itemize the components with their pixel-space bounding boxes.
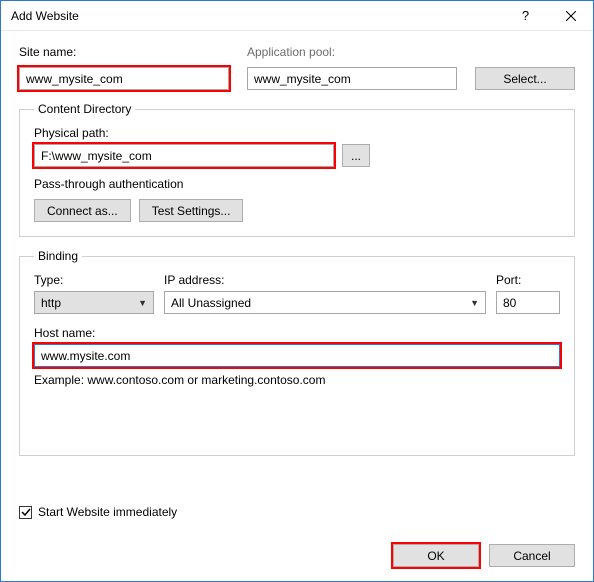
app-pool-input [247, 67, 457, 90]
type-label: Type: [34, 273, 154, 287]
chevron-down-icon: ▼ [138, 298, 147, 308]
ok-button[interactable]: OK [393, 544, 479, 567]
check-icon [21, 507, 31, 517]
cancel-button[interactable]: Cancel [489, 544, 575, 567]
close-icon [566, 11, 576, 21]
select-app-pool-button[interactable]: Select... [475, 67, 575, 90]
type-value: http [41, 296, 61, 310]
ip-label: IP address: [164, 273, 486, 287]
chevron-down-icon: ▼ [470, 298, 479, 308]
ip-select[interactable]: All Unassigned ▼ [164, 291, 486, 314]
window-title: Add Website [11, 9, 503, 23]
type-select[interactable]: http ▼ [34, 291, 154, 314]
site-name-label: Site name: [19, 45, 229, 59]
physical-path-input[interactable] [34, 144, 334, 167]
content-directory-legend: Content Directory [34, 102, 135, 116]
host-name-label: Host name: [34, 326, 560, 340]
host-name-input[interactable] [34, 344, 560, 367]
site-name-input[interactable] [19, 67, 229, 90]
content-directory-group: Content Directory Physical path: ... Pas… [19, 102, 575, 237]
test-settings-button[interactable]: Test Settings... [139, 199, 244, 222]
connect-as-button[interactable]: Connect as... [34, 199, 131, 222]
titlebar: Add Website ? [1, 1, 593, 31]
port-input[interactable] [496, 291, 560, 314]
start-immediately-label: Start Website immediately [38, 505, 177, 519]
port-label: Port: [496, 273, 560, 287]
ip-value: All Unassigned [171, 296, 251, 310]
binding-legend: Binding [34, 249, 82, 263]
start-immediately-checkbox[interactable] [19, 506, 32, 519]
host-example-text: Example: www.contoso.com or marketing.co… [34, 373, 560, 387]
help-button[interactable]: ? [503, 1, 548, 31]
physical-path-label: Physical path: [34, 126, 560, 140]
close-button[interactable] [548, 1, 593, 31]
add-website-dialog: Add Website ? Site name: Application poo… [0, 0, 594, 582]
passthrough-auth-label: Pass-through authentication [34, 177, 183, 191]
titlebar-controls: ? [503, 1, 593, 31]
binding-group: Binding Type: IP address: Port: http ▼ [19, 249, 575, 456]
browse-path-button[interactable]: ... [342, 144, 370, 167]
app-pool-label: Application pool: [247, 45, 457, 59]
